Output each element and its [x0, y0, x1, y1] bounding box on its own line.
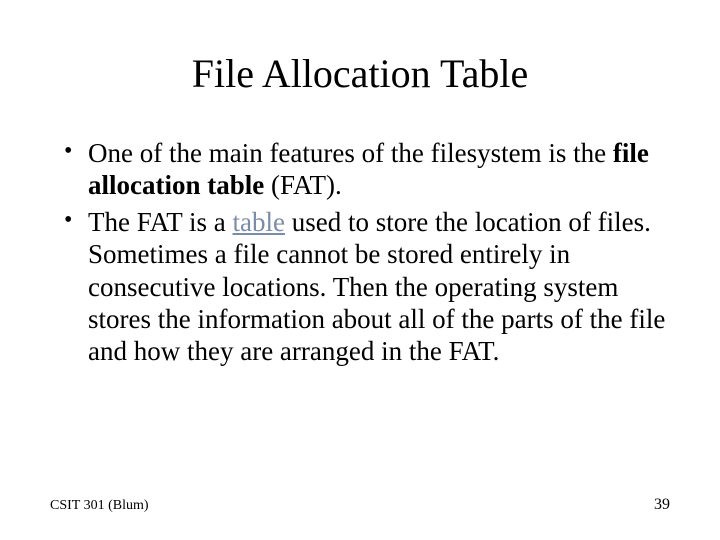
slide: File Allocation Table One of the main fe… — [0, 0, 720, 540]
footer-page-number: 39 — [654, 496, 670, 514]
table-link[interactable]: table — [233, 207, 285, 237]
footer-course: CSIT 301 (Blum) — [50, 498, 149, 514]
slide-title: File Allocation Table — [50, 50, 670, 97]
bullet-1-pre: One of the main features of the filesyst… — [88, 138, 613, 168]
bullet-item-2: The FAT is a table used to store the loc… — [60, 206, 670, 368]
bullet-list: One of the main features of the filesyst… — [60, 137, 670, 368]
bullet-2-pre: The FAT is a — [88, 207, 233, 237]
bullet-1-post: (FAT). — [264, 170, 342, 200]
bullet-item-1: One of the main features of the filesyst… — [60, 137, 670, 202]
